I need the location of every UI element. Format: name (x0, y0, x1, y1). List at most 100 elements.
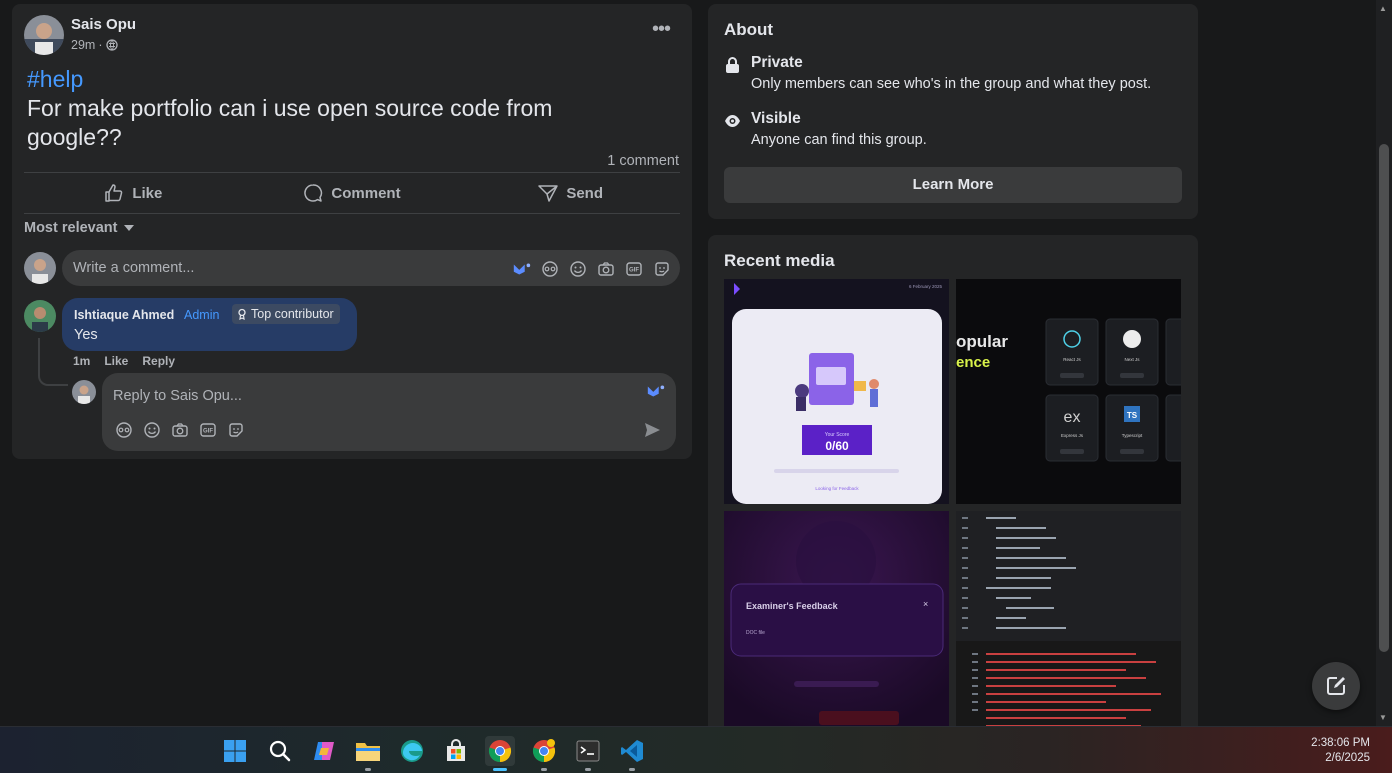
camera-icon[interactable] (596, 259, 616, 279)
tech-card-label: Next Js (1124, 357, 1140, 362)
top-contributor-badge[interactable]: Top contributor (232, 304, 340, 324)
scrollbar-thumb[interactable] (1379, 144, 1389, 652)
post-text: For make portfolio can i use open source… (27, 95, 553, 150)
my-avatar[interactable] (24, 252, 56, 284)
author-avatar[interactable] (24, 15, 64, 55)
visible-title: Visible (751, 110, 801, 127)
post-time[interactable]: 29m (71, 38, 95, 52)
sort-comments-dropdown[interactable]: Most relevant (24, 220, 135, 236)
comment-time[interactable]: 1m (73, 354, 90, 368)
privacy-row: Private Only members can see who's in th… (724, 54, 1151, 92)
system-clock[interactable]: 2:38:06 PM 2/6/2025 (1311, 736, 1370, 766)
code-editor-image (956, 511, 1181, 735)
vscode-icon[interactable] (617, 736, 647, 771)
svg-text:GIF: GIF (203, 429, 213, 435)
comment-label: Comment (331, 184, 401, 202)
avatar-sticker-icon[interactable] (540, 259, 560, 279)
visibility-row: Visible Anyone can find this group. (724, 110, 927, 148)
gif-icon[interactable]: GIF (624, 259, 644, 279)
media-tile-tech-stack[interactable]: opular ence ex TS React Js Next Js Expre… (956, 279, 1181, 504)
badge-label: Top contributor (251, 307, 334, 321)
comment-bubble: Ishtiaque Ahmed Admin Top contributor Ye… (62, 298, 357, 351)
sticker-icon[interactable] (226, 420, 246, 440)
private-title: Private (751, 54, 803, 71)
terminal-icon[interactable] (573, 736, 603, 771)
post-actions: Like Comment Send (24, 173, 680, 213)
thread-line (38, 338, 68, 386)
search-icon[interactable] (265, 736, 295, 766)
start-icon[interactable] (220, 736, 250, 766)
private-description: Only members can see who's in the group … (751, 76, 1152, 92)
chrome-icon[interactable] (485, 736, 515, 771)
clock-time: 2:38:06 PM (1311, 737, 1370, 749)
chrome-canary-icon[interactable] (529, 736, 559, 771)
emoji-icon[interactable] (142, 420, 162, 440)
divider (24, 213, 680, 214)
comment-button[interactable]: Comment (243, 173, 462, 213)
score-value: 0/60 (825, 439, 849, 453)
media-tile-feedback[interactable]: Examiner's Feedback × DOC file (724, 511, 949, 735)
meta-ai-icon[interactable] (646, 381, 666, 401)
send-icon (538, 185, 559, 202)
media-date: 6 February 2025 (909, 284, 943, 289)
media-tile-score[interactable]: Your Score 0/60 Looking for Feedback 6 F… (724, 279, 949, 504)
edge-icon[interactable] (397, 736, 427, 766)
new-message-button[interactable] (1312, 662, 1360, 710)
globe-icon (105, 39, 118, 51)
like-icon (105, 184, 123, 202)
copilot-icon[interactable] (309, 736, 339, 766)
comment-composer: Write a comment... GIF (24, 250, 680, 286)
page-scrollbar[interactable] (1376, 0, 1392, 726)
badge-icon (238, 308, 246, 320)
compose-icon (1327, 677, 1345, 695)
send-reply-icon[interactable] (642, 420, 662, 440)
reply-avatar[interactable] (72, 380, 96, 404)
avatar-sticker-icon[interactable] (114, 420, 134, 440)
dialog-title: Examiner's Feedback (746, 601, 839, 611)
comment-input[interactable]: Write a comment... GIF (62, 250, 680, 286)
comment-reply-link[interactable]: Reply (142, 354, 175, 368)
send-button[interactable]: Send (461, 173, 680, 213)
dialog-body: DOC file (746, 630, 765, 636)
eye-icon (725, 115, 740, 127)
post-card: Sais Opu 29m · ••• #help For make portfo… (12, 4, 692, 459)
sort-label: Most relevant (24, 220, 118, 236)
lock-icon (726, 57, 739, 73)
media-tile-code[interactable] (956, 511, 1181, 735)
tech-stack-image: opular ence ex TS React Js Next Js Expre… (956, 279, 1181, 504)
reply-input[interactable]: Reply to Sais Opu... GIF (102, 373, 676, 451)
reply-input-icons: GIF (114, 420, 246, 440)
learn-more-button[interactable]: Learn More (724, 167, 1182, 203)
commenter-avatar[interactable] (24, 300, 56, 332)
windows-taskbar: 2:38:06 PM 2/6/2025 (0, 726, 1392, 773)
tech-card-label: Express Js (1061, 433, 1084, 438)
feedback-dialog-image: Examiner's Feedback × DOC file (724, 511, 949, 735)
post-author-name[interactable]: Sais Opu (71, 16, 136, 33)
sticker-icon[interactable] (652, 259, 672, 279)
recent-media-title: Recent media (724, 251, 835, 270)
store-icon[interactable] (441, 736, 471, 766)
active-indicator (493, 768, 507, 771)
scroll-down-icon[interactable]: ▼ (1379, 713, 1387, 722)
tech-card-label: Typescript (1122, 433, 1143, 438)
commenter-name[interactable]: Ishtiaque Ahmed (74, 308, 174, 322)
review-link: Looking for Feedback (815, 486, 859, 491)
camera-icon[interactable] (170, 420, 190, 440)
post-hashtag[interactable]: #help (27, 66, 83, 93)
emoji-icon[interactable] (568, 259, 588, 279)
reply-placeholder: Reply to Sais Opu... (113, 388, 242, 404)
gif-icon[interactable]: GIF (198, 420, 218, 440)
file-explorer-icon[interactable] (353, 736, 383, 771)
tech-heading-line-1: opular (956, 332, 1008, 351)
scroll-up-icon[interactable]: ▲ (1379, 4, 1387, 13)
like-button[interactable]: Like (24, 173, 243, 213)
more-options-button[interactable]: ••• (645, 18, 677, 50)
caret-down-icon (124, 225, 135, 231)
meta-separator: · (98, 38, 103, 52)
clock-date: 2/6/2025 (1325, 752, 1370, 764)
comment-count[interactable]: 1 comment (607, 153, 679, 169)
running-indicator (541, 768, 547, 771)
running-indicator (629, 768, 635, 771)
comment-like-link[interactable]: Like (104, 354, 128, 368)
meta-ai-icon[interactable] (512, 259, 532, 279)
